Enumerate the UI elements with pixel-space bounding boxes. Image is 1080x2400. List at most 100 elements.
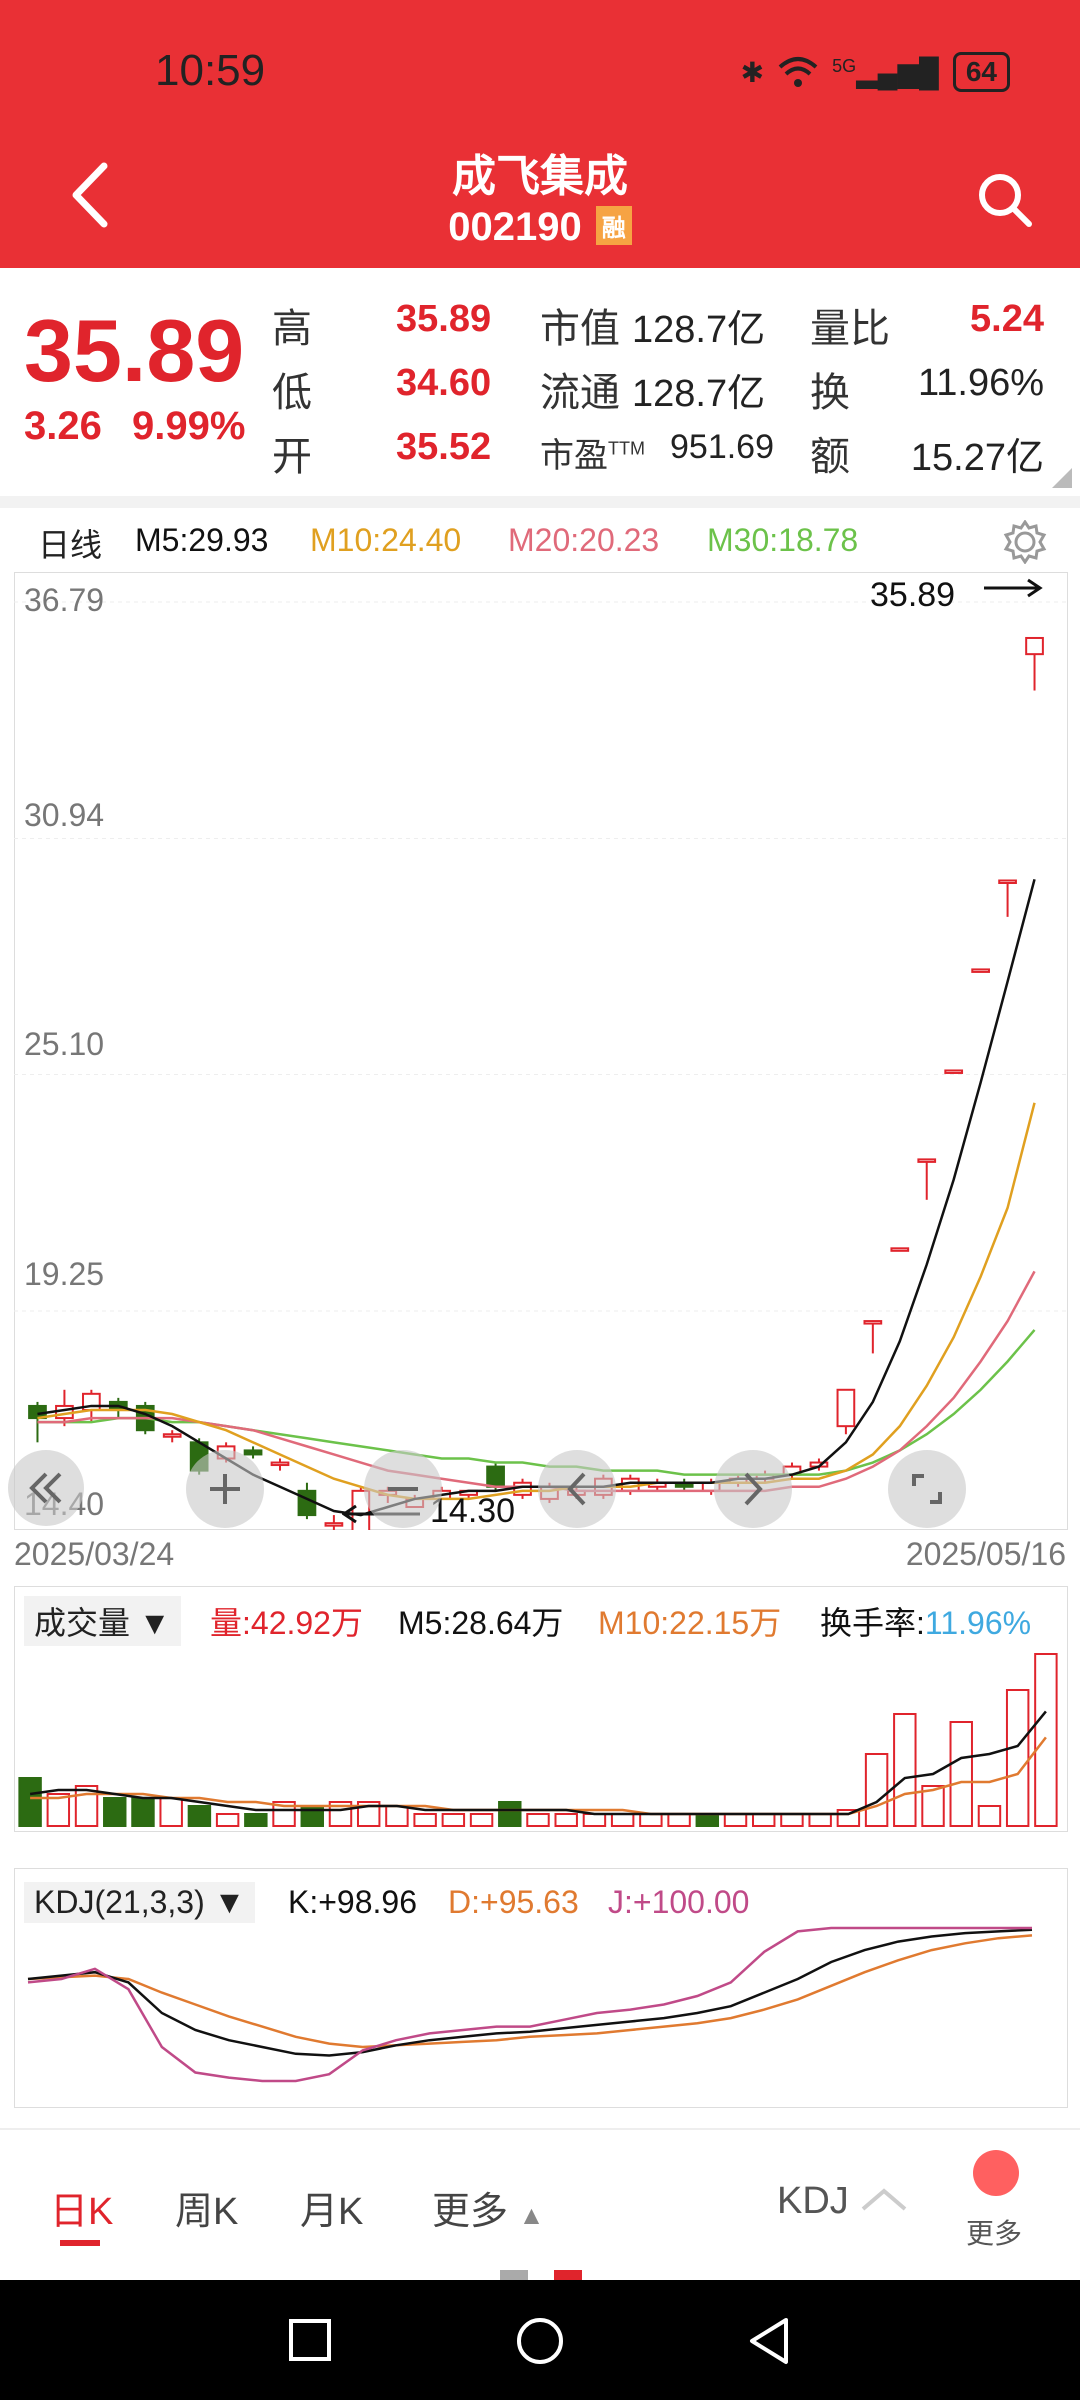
- wifi-icon: [778, 57, 818, 87]
- volume-bar: [610, 1813, 635, 1827]
- candle-body: [890, 1247, 910, 1252]
- candle-body: [944, 1069, 964, 1074]
- recent-apps-icon[interactable]: [288, 2318, 332, 2362]
- page-dot: [500, 2270, 528, 2280]
- right-arrow-icon: [984, 578, 1043, 598]
- current-price: 35.89: [24, 301, 245, 400]
- status-icons: ✱ 5G▂▄▆█ 64: [741, 50, 1010, 94]
- x-start-label: 2025/03/24: [14, 1536, 175, 1572]
- candle-body: [297, 1489, 317, 1517]
- period-label: 日线: [38, 527, 103, 563]
- bluetooth-icon: ✱: [740, 56, 765, 88]
- tab-daily-k[interactable]: 日K: [50, 2180, 113, 2235]
- candle-body: [486, 1465, 505, 1488]
- amount-label: 额: [810, 435, 850, 479]
- fullscreen-button[interactable]: [888, 1450, 966, 1528]
- volume-bar: [752, 1813, 776, 1827]
- x-end-label: 2025/05/16: [905, 1536, 1066, 1572]
- prev-button[interactable]: [538, 1450, 616, 1528]
- volume-bar: [582, 1813, 607, 1827]
- volume-bar: [977, 1805, 1002, 1827]
- divider: [0, 2128, 1080, 2130]
- chevron-left-icon: [567, 1472, 586, 1506]
- y-tick-label: 36.79: [24, 582, 105, 618]
- divider: [0, 496, 1080, 508]
- ma10-legend: M10:24.40: [310, 522, 462, 558]
- pe-value: 951.69: [670, 428, 774, 466]
- chevron-right-icon: [744, 1472, 763, 1506]
- search-icon[interactable]: [975, 170, 1035, 230]
- candle: [863, 1320, 883, 1354]
- stock-code-row: 002190 融: [0, 205, 1080, 250]
- tab-more[interactable]: 更多 ▲: [432, 2180, 544, 2235]
- settings-gear-icon[interactable]: [1003, 520, 1047, 564]
- low-label: 低: [272, 371, 312, 415]
- back-nav-icon[interactable]: [746, 2316, 790, 2366]
- candle-body: [162, 1433, 182, 1438]
- candle-body: [863, 1320, 883, 1325]
- zoom-out-button[interactable]: [364, 1450, 442, 1528]
- candle-body: [998, 879, 1017, 884]
- high-marker-label: 35.89: [870, 576, 956, 614]
- float-label: 流通: [540, 371, 620, 415]
- scroll-left-button[interactable]: [8, 1450, 84, 1526]
- candle-body: [917, 1158, 937, 1163]
- ma20-legend: M20:20.23: [508, 522, 660, 558]
- minus-icon: [388, 1487, 418, 1491]
- stock-name: 成飞集成: [452, 152, 628, 201]
- volume-bar: [808, 1813, 832, 1827]
- volume-bar: [385, 1805, 409, 1827]
- candle: [890, 1247, 910, 1252]
- plus-icon: [210, 1474, 240, 1504]
- volume-bar: [187, 1805, 212, 1827]
- more-label[interactable]: 更多: [966, 2212, 1022, 2252]
- low-marker-label: 14.30: [430, 1492, 516, 1530]
- indicator-select[interactable]: KDJ: [777, 2180, 909, 2223]
- home-icon[interactable]: [515, 2316, 565, 2366]
- volume-chart[interactable]: [14, 1586, 1068, 1832]
- kdj-d-line: [27, 1934, 1033, 2049]
- price-change: 3.26: [24, 404, 102, 448]
- candle-body: [971, 968, 990, 973]
- tab-weekly-k[interactable]: 周K: [175, 2180, 238, 2235]
- ma5-legend: M5:29.93: [135, 522, 269, 558]
- mcap-label: 市值: [540, 307, 620, 351]
- high-label: 高: [272, 307, 312, 351]
- candle: [917, 1158, 937, 1200]
- margin-badge: 融: [595, 205, 632, 245]
- open-value: 35.52: [396, 426, 492, 468]
- volume-bar: [893, 1713, 917, 1827]
- candle-body: [1025, 636, 1044, 656]
- volume-bar: [244, 1813, 268, 1827]
- tab-monthly-k[interactable]: 月K: [300, 2180, 363, 2235]
- turnover-value: 11.96%: [917, 362, 1044, 404]
- caret-up-icon: ▲: [518, 2200, 545, 2230]
- mcap-value: 128.7亿: [632, 309, 766, 351]
- kdj-chart[interactable]: [14, 1868, 1068, 2108]
- active-tab-indicator: [60, 2240, 100, 2246]
- open-label: 开: [272, 435, 312, 479]
- high-value: 35.89: [396, 298, 492, 340]
- candle: [944, 1069, 964, 1074]
- signal-icon: 5G▂▄▆█: [832, 55, 939, 88]
- next-button[interactable]: [714, 1450, 792, 1528]
- low-value: 34.60: [396, 362, 492, 404]
- stock-code: 002190: [448, 205, 582, 249]
- double-chevron-left-icon: [29, 1472, 62, 1504]
- y-tick-label: 19.25: [24, 1256, 105, 1292]
- volume-bar: [864, 1753, 889, 1827]
- volume-bar: [949, 1721, 973, 1827]
- top-header: 10:59 ✱ 5G▂▄▆█ 64 成飞集成 002190 融: [0, 0, 1080, 268]
- y-tick-label: 25.10: [24, 1026, 105, 1062]
- volume-bar: [780, 1813, 804, 1827]
- candle-body: [270, 1461, 290, 1467]
- kline-chart[interactable]: [14, 572, 1068, 1530]
- vol-ratio-label: 量比: [810, 307, 890, 351]
- volume-bar: [441, 1813, 466, 1827]
- candle: [270, 1458, 290, 1471]
- more-dot-icon[interactable]: [973, 2150, 1019, 2196]
- candle-body: [324, 1522, 344, 1527]
- battery-icon: 64: [952, 52, 1010, 92]
- zoom-in-button[interactable]: [186, 1450, 264, 1528]
- pe-label: 市盈TTM: [540, 437, 645, 475]
